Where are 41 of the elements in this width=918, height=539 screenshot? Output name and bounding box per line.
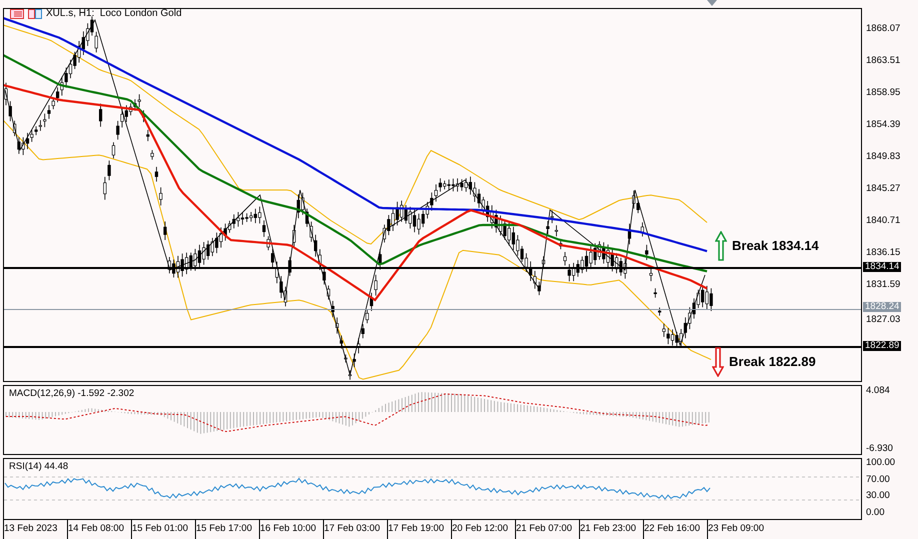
price-tag: 1828.24 [863, 302, 902, 312]
macd-axis-label: -6.930 [866, 444, 894, 454]
price-axis-label: 1845.27 [866, 184, 900, 194]
rsi-label: RSI(14) 44.48 [9, 461, 68, 472]
time-axis-label: 16 Feb 10:00 [259, 520, 323, 539]
macd-axis-label: 4.084 [866, 386, 891, 396]
price-tag: 1822.89 [863, 341, 902, 352]
price-axis-label: 1836.15 [866, 248, 900, 258]
price-axis-label: 1840.71 [866, 216, 900, 226]
time-axis-label: 15 Feb 17:00 [195, 520, 259, 539]
time-axis-label: 22 Feb 16:00 [643, 520, 707, 539]
rsi-axis-label: 100.00 [866, 458, 896, 468]
shift-marker-icon[interactable] [707, 0, 717, 6]
time-axis-label: 14 Feb 08:00 [67, 520, 131, 539]
price-tag: 1834.14 [863, 262, 902, 272]
time-axis-label: 15 Feb 01:00 [131, 520, 195, 539]
down-arrow-icon [712, 347, 724, 377]
chart-window-icon [28, 9, 42, 19]
time-axis-label: 20 Feb 12:00 [451, 520, 515, 539]
time-axis-label: 17 Feb 03:00 [323, 520, 387, 539]
rsi-axis-label: 30.00 [866, 491, 891, 502]
macd-label: MACD(12,26,9) -1.592 -2.302 [9, 388, 134, 399]
rsi-axis-label: 70.00 [866, 474, 891, 485]
price-axis-label: 1858.95 [866, 88, 900, 98]
time-axis-label: 21 Feb 23:00 [579, 520, 643, 539]
price-axis-label: 1831.59 [866, 280, 900, 290]
break-level-label: Break 1822.89 [729, 353, 816, 372]
time-axis-label: 23 Feb 09:00 [707, 520, 771, 539]
price-axis-label: 1849.83 [866, 152, 900, 162]
price-axis-label: 1868.07 [866, 24, 900, 34]
up-arrow-icon [715, 231, 727, 261]
break-level-label: Break 1834.14 [732, 237, 819, 256]
rsi-axis-label: 0.00 [866, 508, 886, 518]
price-axis-label: 1854.39 [866, 120, 900, 130]
time-axis-label: 17 Feb 19:00 [387, 520, 451, 539]
price-axis-label: 1827.03 [866, 315, 900, 325]
time-axis-label: 21 Feb 07:00 [515, 520, 579, 539]
list-icon [10, 9, 24, 19]
time-axis-label: 13 Feb 2023 [3, 520, 67, 539]
price-axis-label: 1863.51 [866, 56, 900, 66]
chart-title: XUL.s, H1: Loco London Gold [46, 8, 182, 20]
